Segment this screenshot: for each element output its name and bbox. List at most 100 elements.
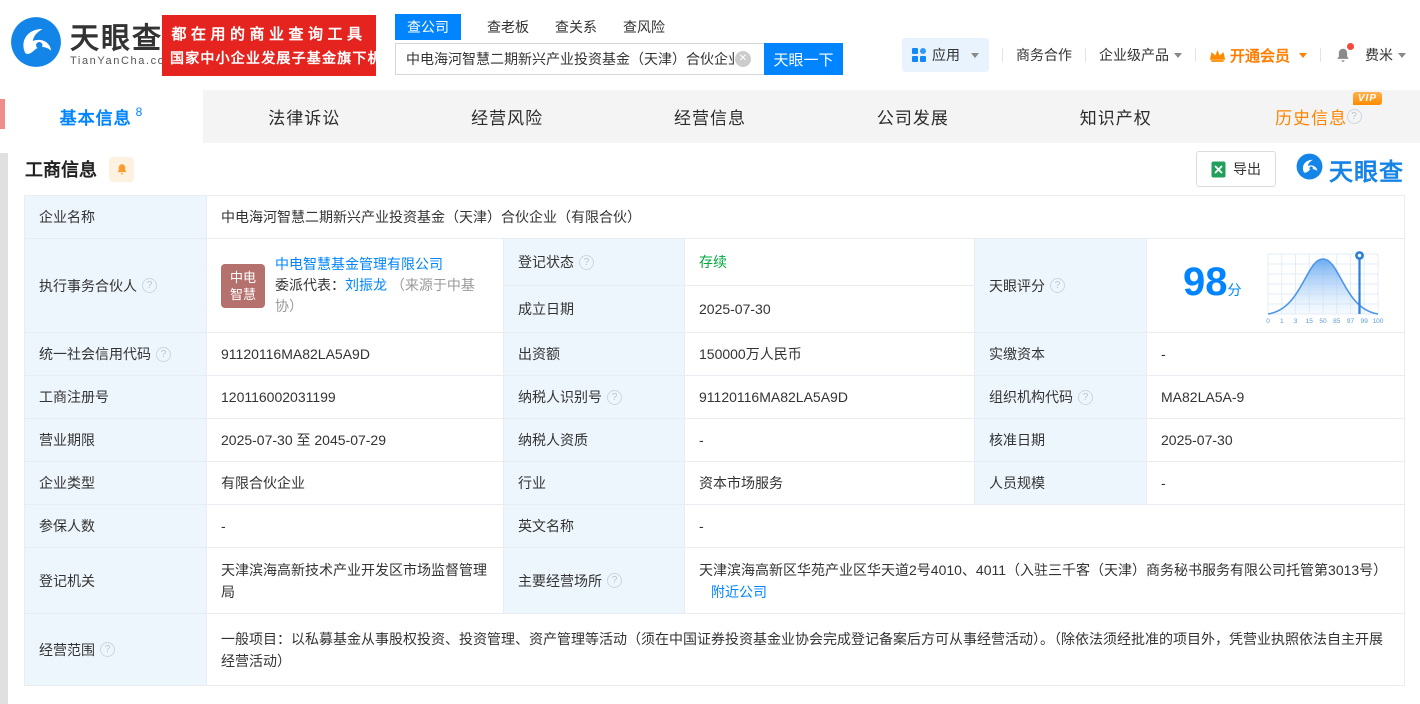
help-icon[interactable] [607, 389, 622, 405]
help-icon[interactable] [1078, 389, 1093, 405]
value-text: 资本市场服务 [699, 475, 783, 491]
help-icon[interactable] [1050, 278, 1065, 293]
help-icon[interactable] [142, 278, 157, 293]
score-axis-tick: 1 [1280, 318, 1284, 325]
score-digits: 98 [1183, 259, 1228, 304]
left-scrollbar-track [0, 153, 8, 704]
company-name-value: 中电海河智慧二期新兴产业投资基金（天津）合伙企业（有限合伙） [207, 196, 1404, 238]
business-info-table: 企业名称 中电海河智慧二期新兴产业投资基金（天津）合伙企业（有限合伙） 执行事务… [24, 195, 1405, 686]
tab-label: 经营风险 [471, 109, 544, 128]
reg-status-label: 登记状态 [504, 239, 685, 286]
clear-search-icon[interactable] [735, 51, 751, 67]
score-axis-tick: 50 [1319, 318, 1327, 325]
score-number: 98分 [1183, 262, 1242, 310]
section-title: 工商信息 [25, 160, 97, 180]
search-tab-risk[interactable]: 查风险 [623, 14, 665, 40]
top-nav: 应用 商务合作 企业级产品 开通会员 费米 [901, 38, 1406, 72]
open-vip-button[interactable]: 开通会员 [1209, 45, 1307, 66]
bell-icon [117, 163, 126, 174]
value-text: - [1161, 475, 1166, 491]
business-address-value: 天津滨海高新区华苑产业区华天道2号4010、4011（入驻三千客（天津）商务秘书… [685, 548, 1404, 613]
nav-divider [1320, 48, 1321, 62]
tab-operation-risk[interactable]: 经营风险 [406, 90, 609, 143]
username: 费米 [1365, 47, 1393, 63]
search-tab-boss[interactable]: 查老板 [487, 14, 529, 40]
apps-label: 应用 [931, 47, 960, 63]
tab-label: 法律诉讼 [268, 109, 341, 128]
score-unit: 分 [1227, 281, 1242, 298]
score-axis-tick: 100 [1373, 318, 1384, 325]
value-text: - [1161, 346, 1166, 362]
help-icon[interactable] [1347, 109, 1363, 124]
insured-count-value: - [207, 505, 504, 547]
help-icon[interactable] [579, 254, 594, 270]
tianyancha-logo[interactable]: 天眼查 TianYanCha.com [10, 16, 176, 73]
business-scope-value: 一般项目：以私募基金从事股权投资、投资管理、资产管理等活动（须在中国证券投资基金… [207, 614, 1404, 685]
value-text: MA82LA5A-9 [1161, 389, 1245, 405]
tab-company-development[interactable]: 公司发展 [811, 90, 1014, 143]
tab-label: 经营信息 [674, 109, 746, 128]
label-text: 经营范围 [39, 641, 95, 658]
taxpayer-id-label: 纳税人识别号 [504, 376, 685, 418]
logo-text: 天眼查 TianYanCha.com [70, 23, 176, 67]
search-tab-company[interactable]: 查公司 [395, 14, 461, 40]
tab-operation-info[interactable]: 经营信息 [609, 90, 812, 143]
value-text: 天津滨海高新技术产业开发区市场监督管理局 [221, 561, 487, 600]
business-term-value: 2025-07-30 至 2045-07-29 [207, 419, 504, 461]
tab-label: 历史信息 [1275, 109, 1348, 128]
value-text: 一般项目：以私募基金从事股权投资、投资管理、资产管理等活动（须在中国证券投资基金… [221, 630, 1383, 669]
nav-enterprise[interactable]: 企业级产品 [1099, 45, 1182, 65]
search-button[interactable]: 天眼一下 [764, 43, 843, 75]
export-button[interactable]: 导出 [1196, 151, 1276, 187]
english-name-label: 英文名称 [504, 505, 685, 547]
crown-icon [1209, 49, 1226, 62]
apps-grid-icon [911, 48, 926, 62]
value-text: 中电海河智慧二期新兴产业投资基金（天津）合伙企业（有限合伙） [221, 209, 641, 225]
score-label: 天眼评分 [975, 239, 1147, 332]
tab-basic-info[interactable]: 基本信息 8 [0, 90, 203, 143]
representative-label: 委派代表： [275, 277, 345, 293]
tab-history-info[interactable]: VIP 历史信息 [1217, 90, 1420, 143]
notification-bell[interactable] [1334, 42, 1354, 65]
label-text: 行业 [518, 475, 546, 491]
nav-divider [1194, 48, 1196, 62]
help-icon[interactable] [100, 642, 115, 657]
help-icon[interactable] [156, 346, 171, 362]
value-text: - [221, 518, 226, 534]
user-menu[interactable]: 费米 [1365, 45, 1406, 65]
promo-line2: 国家中小企业发展子基金旗下机构 [170, 50, 398, 66]
label-text: 参保人数 [39, 518, 95, 534]
search-tab-relation[interactable]: 查关系 [555, 14, 597, 40]
search-input[interactable] [395, 43, 764, 75]
reg-number-label: 工商注册号 [25, 376, 207, 418]
left-scrollbar-thumb[interactable] [0, 99, 5, 129]
value-text: 91120116MA82LA5A9D [221, 346, 370, 362]
industry-value: 资本市场服务 [685, 462, 975, 504]
nav-cooperation[interactable]: 商务合作 [1016, 45, 1072, 65]
tab-legal[interactable]: 法律诉讼 [203, 90, 406, 143]
taxpayer-quality-label: 纳税人资质 [504, 419, 685, 461]
apps-menu[interactable]: 应用 [901, 38, 989, 72]
value-text: 有限合伙企业 [221, 475, 305, 491]
help-icon[interactable] [607, 573, 622, 588]
open-vip-label: 开通会员 [1229, 47, 1290, 65]
logo-subtitle: TianYanCha.com [70, 54, 177, 67]
tab-intellectual-property[interactable]: 知识产权 [1014, 90, 1217, 143]
tab-label: 基本信息 [59, 109, 132, 128]
label-text: 实缴资本 [989, 346, 1045, 362]
capital-label: 出资额 [504, 333, 685, 375]
label-text: 天眼评分 [989, 277, 1045, 294]
credit-code-label: 统一社会信用代码 [25, 333, 207, 375]
chevron-down-icon [1299, 52, 1307, 58]
row-partner-status-score: 执行事务合伙人 中电 智慧 中电智慧基金管理有限公司 委派代表：刘振龙 （来源于… [25, 239, 1404, 333]
partner-avatar[interactable]: 中电 智慧 [221, 263, 265, 308]
business-scope-label: 经营范围 [25, 614, 207, 685]
monitor-bell-button[interactable] [109, 156, 134, 182]
reg-authority-value: 天津滨海高新技术产业开发区市场监督管理局 [207, 548, 504, 613]
staff-size-label: 人员规模 [975, 462, 1147, 504]
tab-count: 8 [135, 104, 144, 119]
partner-company-link[interactable]: 中电智慧基金管理有限公司 [275, 256, 443, 272]
nearby-companies-link[interactable]: 附近公司 [711, 584, 767, 600]
tab-label: 公司发展 [876, 109, 949, 128]
representative-link[interactable]: 刘振龙 [345, 277, 387, 293]
